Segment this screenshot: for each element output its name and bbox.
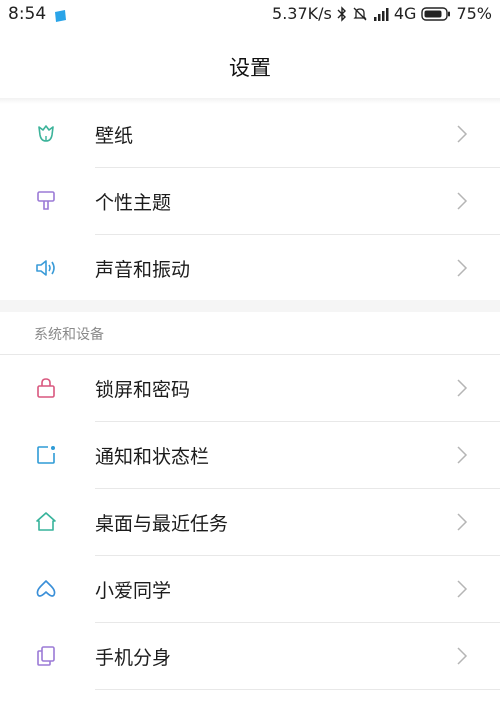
settings-item-label: 小爱同学 <box>95 580 172 602</box>
settings-item-label: 个性主题 <box>95 192 172 214</box>
divider <box>95 689 500 690</box>
settings-item-sound[interactable]: 声音和振动 <box>0 235 500 301</box>
wallpaper-tulip-icon <box>34 122 58 146</box>
settings-item-notifications[interactable]: 通知和状态栏 <box>0 422 500 488</box>
chevron-right-icon <box>456 646 468 670</box>
app-notification-icon <box>52 8 68 24</box>
settings-item-label: 手机分身 <box>95 647 172 669</box>
status-bar: 8:54 5.37K/s 4G 75% <box>0 0 500 30</box>
battery-percent: 75% <box>456 4 492 23</box>
settings-item-label: 声音和振动 <box>95 259 191 281</box>
settings-item-theme[interactable]: 个性主题 <box>0 168 500 234</box>
signal-icon <box>373 7 389 21</box>
settings-item-xiaoai[interactable]: 小爱同学 <box>0 556 500 622</box>
settings-item-lock-screen[interactable]: 锁屏和密码 <box>0 355 500 421</box>
speaker-icon <box>34 256 58 280</box>
network-speed: 5.37K/s <box>272 4 332 23</box>
network-type: 4G <box>393 4 417 23</box>
bluetooth-icon <box>337 5 347 22</box>
xiaoai-assistant-icon <box>34 577 58 601</box>
mute-bell-icon <box>352 6 368 22</box>
status-time: 8:54 <box>8 4 47 24</box>
theme-brush-icon <box>34 189 58 213</box>
settings-item-wallpaper[interactable]: 壁纸 <box>0 101 500 167</box>
section-separator <box>0 300 500 312</box>
settings-item-label: 通知和状态栏 <box>95 446 210 468</box>
home-icon <box>34 510 58 534</box>
section-title: 系统和设备 <box>34 327 104 343</box>
chevron-right-icon <box>456 445 468 469</box>
second-space-icon <box>34 644 58 668</box>
chevron-right-icon <box>456 258 468 282</box>
chevron-right-icon <box>456 378 468 402</box>
chevron-right-icon <box>456 191 468 215</box>
lock-icon <box>34 376 58 400</box>
chevron-right-icon <box>456 579 468 603</box>
settings-item-second-space[interactable]: 手机分身 <box>0 623 500 689</box>
chevron-right-icon <box>456 124 468 148</box>
chevron-right-icon <box>456 512 468 536</box>
settings-item-label: 锁屏和密码 <box>95 379 191 401</box>
page-title: 设置 <box>229 56 271 80</box>
battery-icon <box>421 6 451 21</box>
notification-icon <box>34 443 58 467</box>
settings-item-home-screen[interactable]: 桌面与最近任务 <box>0 489 500 555</box>
settings-item-label: 壁纸 <box>95 125 134 147</box>
settings-item-label: 桌面与最近任务 <box>95 513 229 535</box>
